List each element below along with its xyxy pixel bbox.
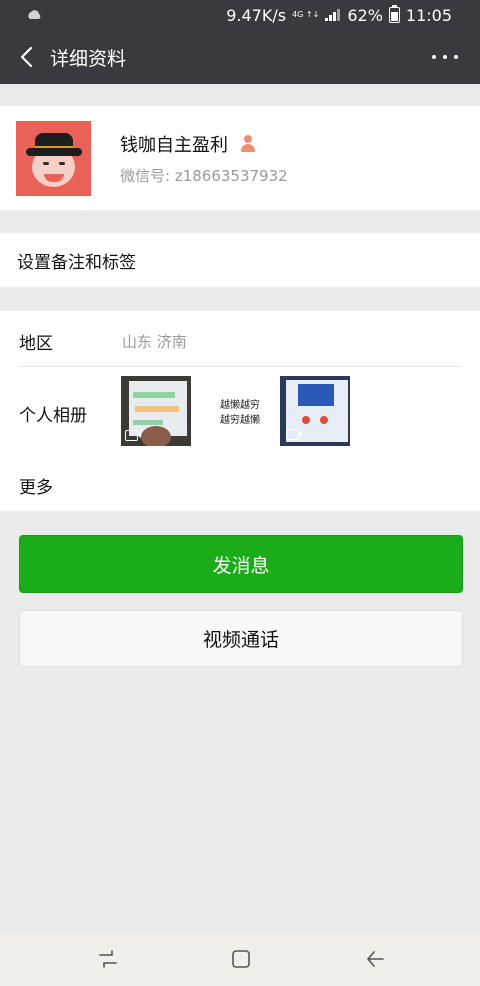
info-section: 地区 山东 济南 个人相册 越懒越穷 越穷越懒 更多 [0,311,480,511]
recent-apps-icon[interactable] [98,948,118,970]
video-icon [286,429,302,440]
region-row: 地区 山东 济南 [0,311,480,367]
more-options-icon[interactable] [432,46,458,68]
clock: 11:05 [405,5,452,25]
network-activity-label: ↑↓ [305,10,320,19]
album-thumbnail-1[interactable] [121,376,191,446]
app-header: 详细资料 [0,30,480,84]
set-remark-and-tags-row[interactable]: 设置备注和标签 [0,233,480,287]
more-label: 更多 [19,478,53,498]
video-icon [125,430,141,441]
page-title: 详细资料 [50,47,127,70]
home-icon[interactable] [231,948,251,970]
gender-user-icon [240,135,256,152]
signal-icon [325,9,341,21]
network-speed: 9.47K/s [226,5,287,25]
avatar[interactable] [16,120,91,196]
album-row[interactable]: 个人相册 越懒越穷 越穷越懒 [0,367,480,457]
region-value: 山东 济南 [122,333,187,351]
profile-card[interactable]: 钱咖自主盈利 微信号: z18663537932 [0,106,480,210]
back-nav-icon[interactable] [365,948,385,970]
network-type-icon: 4G ↑↓ [292,11,319,19]
wechat-id: 微信号: z18663537932 [120,166,288,185]
album-text-line-1: 越懒越穷 [220,400,260,411]
album-label: 个人相册 [19,406,87,426]
status-bar: 9.47K/s 4G ↑↓ 62% 11:05 [0,0,480,30]
battery-icon [388,5,400,23]
nickname-row: 钱咖自主盈利 [120,131,288,157]
region-label: 地区 [19,334,53,354]
remark-label: 设置备注和标签 [17,252,136,273]
nickname: 钱咖自主盈利 [120,134,228,156]
album-text-line-2: 越穷越懒 [220,415,260,426]
profile-info: 钱咖自主盈利 微信号: z18663537932 [120,131,288,186]
weather-icon [26,6,42,25]
network-type-label: 4G [292,10,304,19]
battery-percent: 62% [347,5,383,25]
more-row[interactable]: 更多 [0,457,480,511]
album-thumbnail-3[interactable] [280,376,350,446]
video-call-button[interactable]: 视频通话 [19,610,463,667]
system-nav-bar [0,932,480,986]
send-message-button[interactable]: 发消息 [19,535,463,593]
album-thumbnail-2[interactable]: 越懒越穷 越穷越懒 [205,376,275,446]
back-arrow-icon[interactable] [6,30,46,84]
